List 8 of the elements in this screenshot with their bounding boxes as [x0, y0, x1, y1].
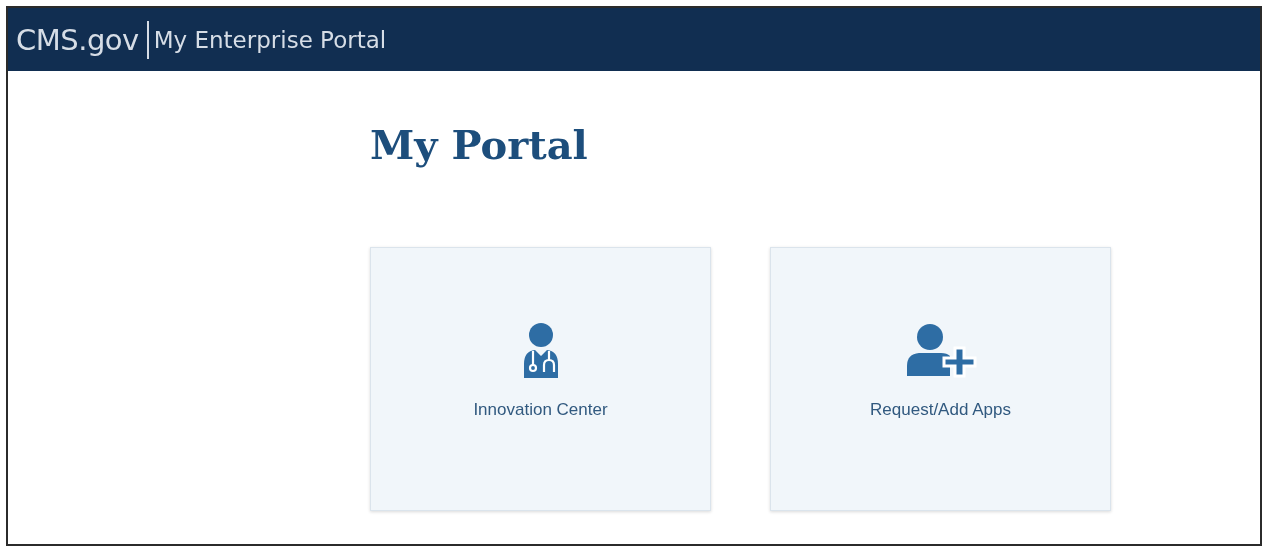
tile-label: Request/Add Apps: [870, 400, 1011, 420]
app-tile[interactable]: Request/Add Apps: [770, 247, 1111, 511]
page-heading: My Portal: [370, 121, 588, 168]
tile-label: Innovation Center: [473, 400, 608, 420]
doctor-icon: [521, 322, 560, 378]
app-tile[interactable]: Innovation Center: [370, 247, 711, 511]
portal-title: My Enterprise Portal: [153, 26, 387, 53]
cms-logo[interactable]: CMS.gov: [16, 22, 139, 57]
